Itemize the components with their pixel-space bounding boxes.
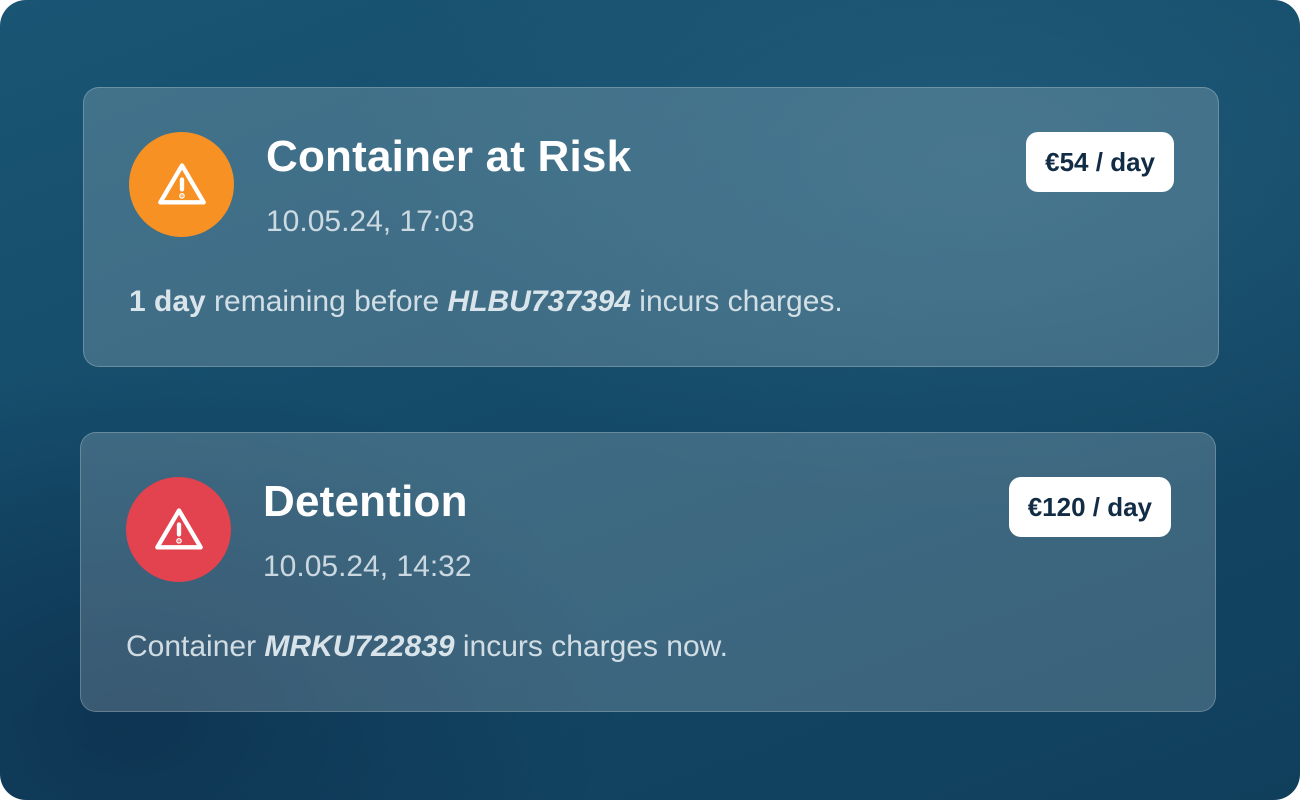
days-remaining: 1 day (129, 285, 206, 318)
risk-alert-badge (129, 132, 234, 237)
notification-title: Detention (263, 477, 468, 526)
notifications-panel: Container at Risk 10.05.24, 17:03 €54 / … (0, 0, 1300, 800)
detention-alert-badge (126, 477, 231, 582)
message-text: remaining before (205, 285, 448, 318)
notification-title: Container at Risk (266, 132, 632, 181)
warning-triangle-icon (154, 507, 203, 549)
message-text: incurs charges. (630, 285, 843, 318)
notification-timestamp: 10.05.24, 17:03 (266, 205, 475, 238)
message-text: incurs charges now. (454, 630, 728, 663)
daily-rate-badge: €120 / day (1008, 477, 1171, 537)
notification-message: Container MRKU722839 incurs charges now. (126, 630, 728, 664)
notification-card-detention[interactable]: Detention 10.05.24, 14:32 €120 / day Con… (80, 432, 1216, 712)
notification-card-container-at-risk[interactable]: Container at Risk 10.05.24, 17:03 €54 / … (83, 87, 1219, 367)
notification-timestamp: 10.05.24, 14:32 (263, 550, 472, 583)
container-id: MRKU722839 (264, 630, 455, 663)
daily-rate-badge: €54 / day (1026, 132, 1174, 192)
message-text: Container (126, 630, 265, 663)
container-id: HLBU737394 (447, 285, 631, 318)
notification-message: 1 day remaining before HLBU737394 incurs… (129, 285, 843, 319)
warning-triangle-icon (157, 162, 206, 204)
